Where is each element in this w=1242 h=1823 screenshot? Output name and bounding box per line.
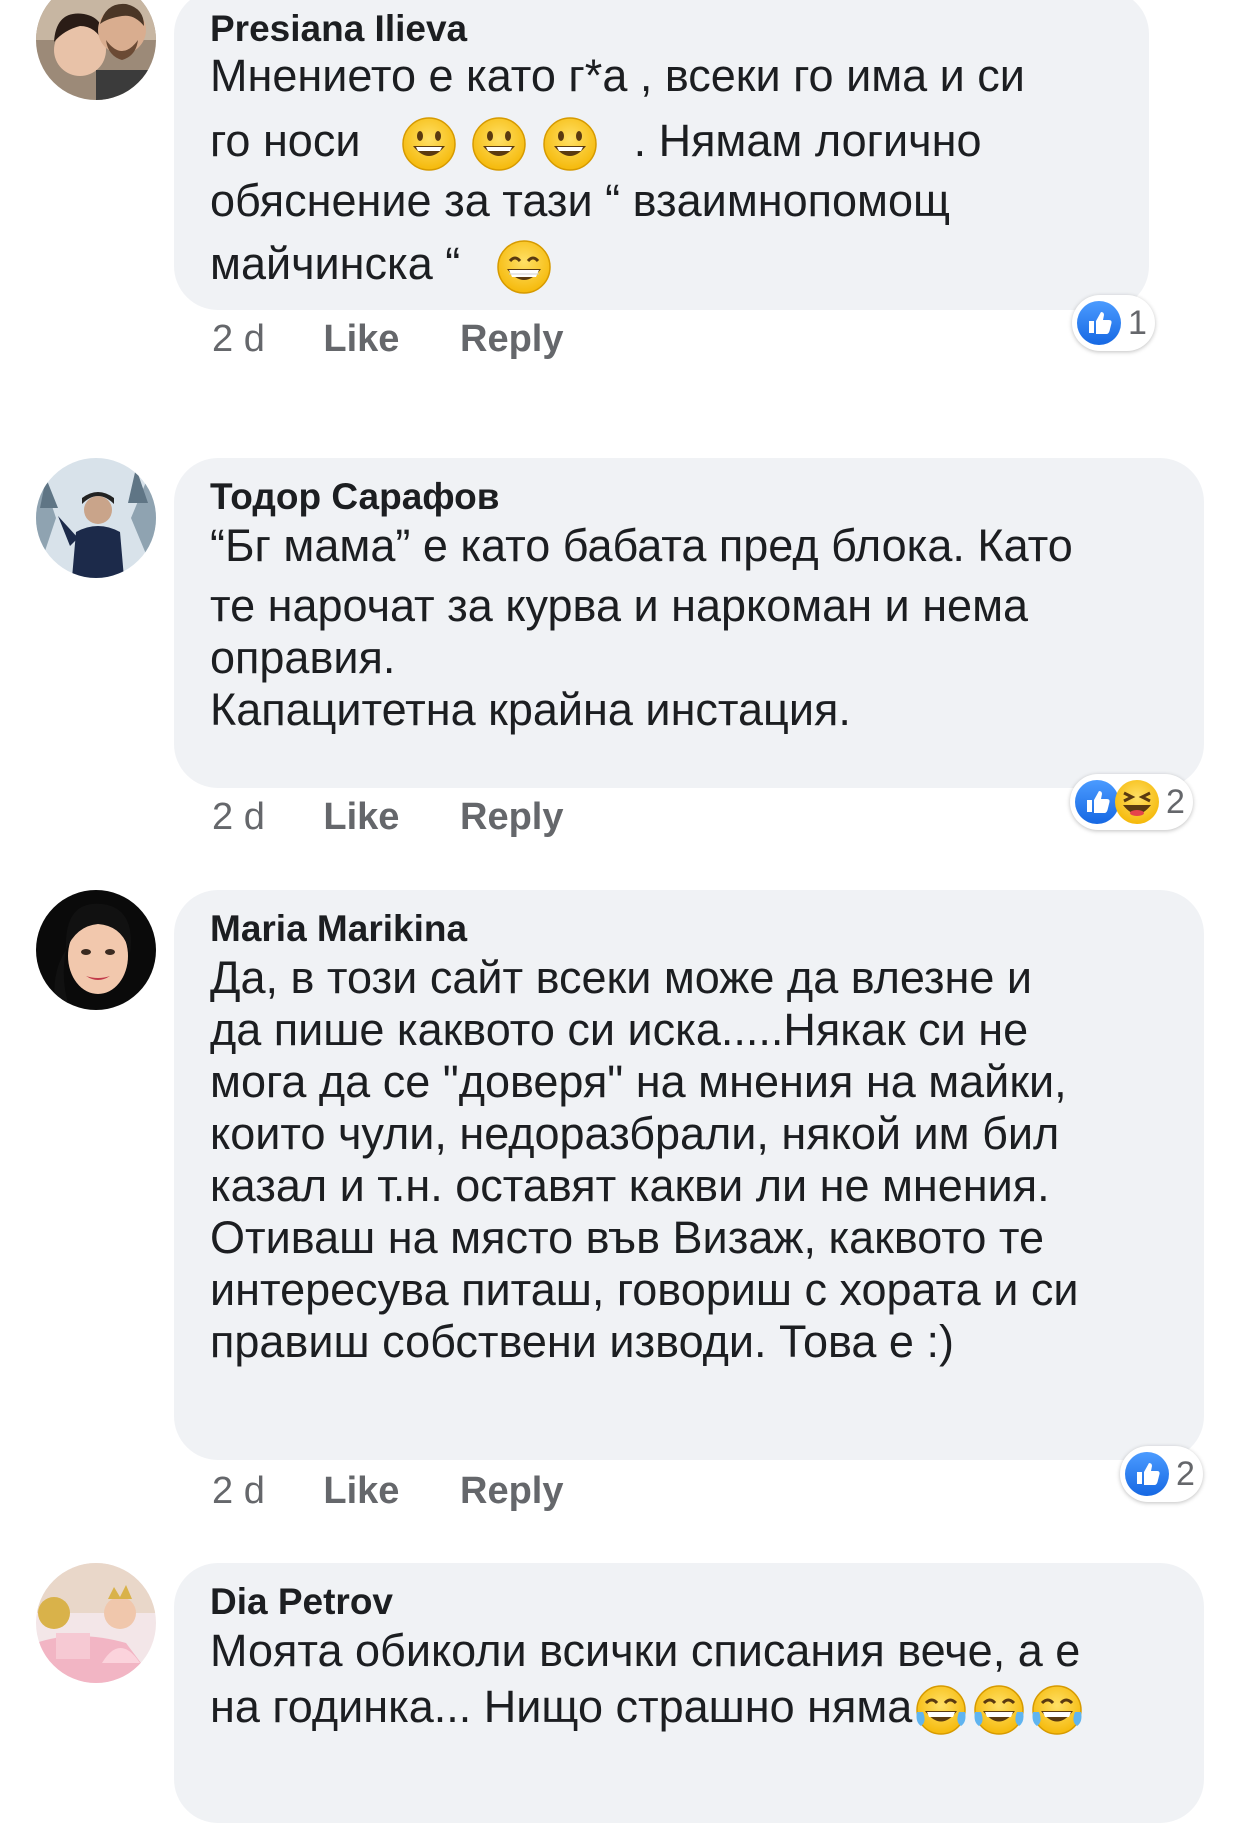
avatar[interactable] <box>36 0 156 100</box>
avatar[interactable] <box>36 458 156 578</box>
like-reaction-icon <box>1125 1452 1169 1496</box>
comment-item: Тодор Сарафов “Бг мама” е като бабата пр… <box>0 458 1242 838</box>
comment-timestamp[interactable]: 2 d <box>212 318 265 361</box>
comment-author[interactable]: Presiana Ilieva <box>210 8 467 50</box>
comment-author[interactable]: Maria Marikina <box>210 908 467 950</box>
comment-bubble: Presiana Ilieva Мнението е като г*а , вс… <box>174 0 1149 310</box>
comment-text: интересува питаш, говориш с хората и си <box>210 1264 1079 1315</box>
comment-text-row: майчинска “ <box>210 238 553 295</box>
comment-actions: 2 d Like Reply <box>212 318 563 361</box>
comment-text: “Бг мама” е като бабата пред блока. Като <box>210 520 1073 571</box>
beaming-emoji <box>497 240 552 294</box>
tears-of-joy-emoji <box>1032 1685 1083 1735</box>
comment-timestamp[interactable]: 2 d <box>212 1470 265 1513</box>
comment-text: които чули, недоразбрали, някой им бил <box>210 1108 1060 1159</box>
reply-button[interactable]: Reply <box>460 318 563 361</box>
comment-actions: 2 d Like Reply <box>212 1470 563 1513</box>
grinning-emoji <box>542 117 597 171</box>
comment-item: Dia Petrov Моята обиколи всички списания… <box>0 1563 1242 1823</box>
reaction-summary[interactable]: 1 <box>1072 295 1155 351</box>
reaction-count: 2 <box>1176 1454 1195 1493</box>
tears-of-joy-emoji <box>974 1685 1025 1735</box>
reply-button[interactable]: Reply <box>460 1470 563 1513</box>
grinning-emoji <box>472 117 526 171</box>
reaction-summary[interactable]: 2 <box>1120 1446 1203 1502</box>
avatar[interactable] <box>36 890 156 1010</box>
reaction-summary[interactable]: 2 <box>1070 774 1193 830</box>
reaction-count: 2 <box>1166 782 1185 821</box>
comment-text: . Нямам логично <box>633 115 982 166</box>
comment-text: Мнението е като г*а , всеки го има и си <box>210 50 1025 101</box>
comment-item: Presiana Ilieva Мнението е като г*а , вс… <box>0 0 1242 380</box>
comment-text: Отиваш на място във Визаж, каквото те <box>210 1212 1045 1263</box>
comment-bubble: Maria Marikina Да, в този сайт всеки мож… <box>174 890 1204 1460</box>
like-reaction-icon <box>1077 301 1121 345</box>
like-button[interactable]: Like <box>323 318 399 361</box>
comment-author[interactable]: Dia Petrov <box>210 1581 393 1623</box>
comment-text: майчинска “ <box>210 238 461 289</box>
like-button[interactable]: Like <box>323 1470 399 1513</box>
comment-text: да пише каквото си иска.....Някак си не <box>210 1004 1029 1055</box>
grinning-emoji <box>401 117 456 171</box>
comment-author[interactable]: Тодор Сарафов <box>210 476 500 518</box>
comment-text: Капацитетна крайна инстация. <box>210 684 851 735</box>
comment-bubble: Тодор Сарафов “Бг мама” е като бабата пр… <box>174 458 1204 788</box>
comment-text: правиш собствени изводи. Това е :) <box>210 1316 954 1367</box>
comment-text-row: на годинка... Нищо страшно няма <box>210 1681 1086 1738</box>
haha-reaction-icon <box>1115 780 1159 824</box>
comment-text: го носи <box>210 115 361 166</box>
like-button[interactable]: Like <box>323 796 399 839</box>
comment-text: обяснение за тази “ взаимнопомощ <box>210 175 951 226</box>
comment-actions: 2 d Like Reply <box>212 796 563 839</box>
comment-text: оправия. <box>210 632 396 683</box>
comment-timestamp[interactable]: 2 d <box>212 796 265 839</box>
comment-text: Да, в този сайт всеки може да влезне и <box>210 952 1033 1003</box>
comment-text: те нарочат за курва и наркоман и нема <box>210 580 1029 631</box>
reaction-count: 1 <box>1128 303 1147 342</box>
comment-text: казал и т.н. оставят какви ли не мнения. <box>210 1160 1050 1211</box>
comment-text-row: го носи . Нямам логично <box>210 115 982 172</box>
comment-text: Моята обиколи всички списания вече, а е <box>210 1625 1081 1676</box>
tears-of-joy-emoji <box>916 1685 967 1735</box>
avatar[interactable] <box>36 1563 156 1683</box>
comment-bubble: Dia Petrov Моята обиколи всички списания… <box>174 1563 1204 1823</box>
comment-text: мога да се "доверя" на мнения на майки, <box>210 1056 1067 1107</box>
reply-button[interactable]: Reply <box>460 796 563 839</box>
comment-item: Maria Marikina Да, в този сайт всеки мож… <box>0 890 1242 1512</box>
comment-text: на годинка... Нищо страшно няма <box>210 1681 913 1732</box>
